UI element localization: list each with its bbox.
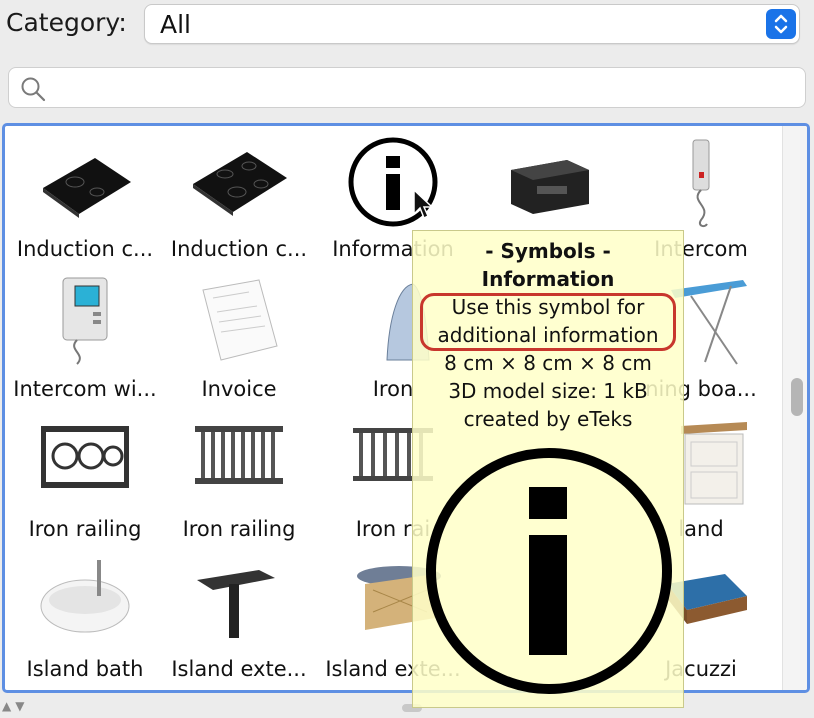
printer-icon (511, 160, 589, 214)
induction-cooktop-icon (193, 152, 287, 216)
item-label: Induction c... (170, 237, 308, 261)
item-label: Induction c... (16, 237, 154, 261)
invoice-document-icon (202, 279, 278, 361)
tooltip-category: - Symbols - (485, 239, 611, 263)
catalog-item[interactable]: Induction c... (163, 130, 315, 270)
vertical-scrollbar[interactable] (782, 126, 807, 690)
item-label: Island bath (26, 657, 144, 681)
tooltip-description: additional information (437, 323, 659, 347)
island-bathtub-icon (40, 560, 130, 633)
category-value: All (160, 10, 191, 39)
furniture-catalog-grid[interactable]: Induction c... Induction c... Informatio… (2, 123, 810, 693)
tooltip-description: Use this symbol for (451, 295, 645, 319)
search-input[interactable] (8, 67, 806, 108)
item-label: Iron railing (182, 517, 296, 541)
catalog-item[interactable]: Island bath (9, 550, 161, 690)
item-tooltip: - Symbols - Information Use this symbol … (412, 230, 684, 708)
video-intercom-icon (62, 277, 108, 365)
tooltip-item-name: Information (481, 267, 615, 291)
tooltip-creator: created by eTeks (463, 407, 633, 431)
category-label: Category: (6, 8, 127, 37)
tooltip-dimensions: 8 cm × 8 cm × 8 cm (444, 351, 652, 375)
catalog-item[interactable]: Iron railing (163, 410, 315, 550)
item-label: Island exte... (171, 657, 307, 681)
chevron-up-down-icon[interactable] (766, 9, 796, 39)
scroll-arrows[interactable]: ▲▼ (2, 699, 28, 713)
iron-railing-bars-icon (195, 426, 283, 484)
tooltip-model-size: 3D model size: 1 kB (448, 379, 648, 403)
search-icon (21, 77, 46, 102)
scrollbar-thumb[interactable] (791, 378, 803, 416)
iron-railing-ornate-icon (41, 426, 129, 488)
category-select[interactable]: All (144, 4, 800, 44)
item-label: Intercom wi... (13, 377, 157, 401)
catalog-item[interactable]: Induction c... (9, 130, 161, 270)
mouse-pointer-icon (413, 188, 434, 220)
island-extension-icon (197, 570, 275, 638)
information-symbol-icon (426, 448, 672, 694)
catalog-item[interactable]: Invoice (163, 270, 315, 410)
catalog-item[interactable]: Intercom wi... (9, 270, 161, 410)
catalog-item[interactable]: Iron railing (9, 410, 161, 550)
induction-cooktop-icon (43, 158, 131, 218)
intercom-handset-icon (692, 139, 710, 228)
item-label: Invoice (201, 377, 277, 401)
item-label: Iron railing (28, 517, 142, 541)
catalog-item[interactable]: Island exte... (163, 550, 315, 690)
